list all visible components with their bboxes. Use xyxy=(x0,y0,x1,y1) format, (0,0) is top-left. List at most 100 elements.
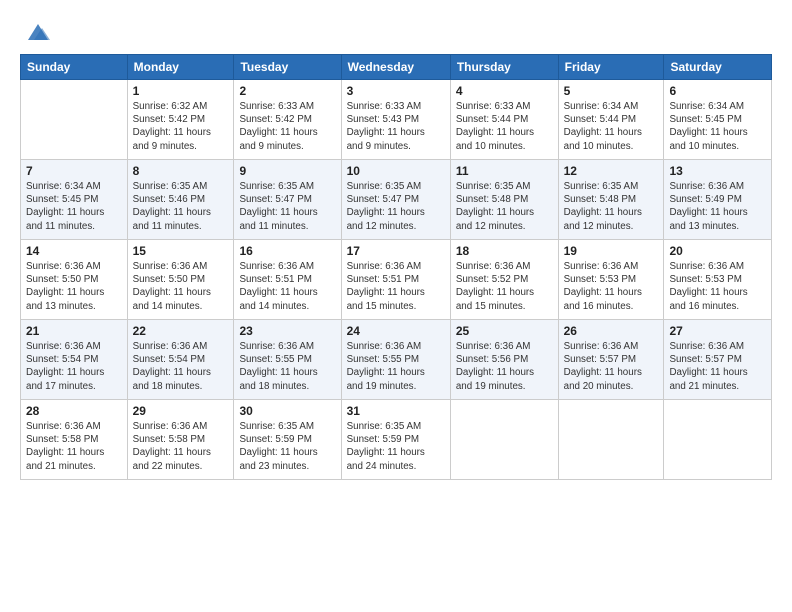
day-info: Sunrise: 6:36 AM Sunset: 5:55 PM Dayligh… xyxy=(347,340,445,393)
calendar-table: SundayMondayTuesdayWednesdayThursdayFrid… xyxy=(20,54,772,480)
calendar-cell: 13 Sunrise: 6:36 AM Sunset: 5:49 PM Dayli… xyxy=(664,160,772,240)
day-number: 15 xyxy=(133,244,229,258)
calendar-cell: 30 Sunrise: 6:35 AM Sunset: 5:59 PM Dayli… xyxy=(234,400,341,480)
weekday-header: Saturday xyxy=(664,55,772,80)
calendar-cell: 8 Sunrise: 6:35 AM Sunset: 5:46 PM Daylig… xyxy=(127,160,234,240)
calendar-cell: 11Sunrise: 6:35 AM Sunset: 5:48 PM Dayli… xyxy=(450,160,558,240)
day-number: 13 xyxy=(669,164,766,178)
calendar-cell: 12 Sunrise: 6:35 AM Sunset: 5:48 PM Dayli… xyxy=(558,160,664,240)
calendar-week-row: 1 Sunrise: 6:32 AM Sunset: 5:42 PM Daylig… xyxy=(21,80,772,160)
day-number: 22 xyxy=(133,324,229,338)
day-info: Sunrise: 6:36 AM Sunset: 5:53 PM Dayligh… xyxy=(669,260,766,313)
day-number: 3 xyxy=(347,84,445,98)
day-number: 16 xyxy=(239,244,335,258)
calendar-cell: 6Sunrise: 6:34 AM Sunset: 5:45 PM Daylig… xyxy=(664,80,772,160)
calendar-week-row: 21 Sunrise: 6:36 AM Sunset: 5:54 PM Dayli… xyxy=(21,320,772,400)
weekday-header: Wednesday xyxy=(341,55,450,80)
day-number: 4 xyxy=(456,84,553,98)
page: SundayMondayTuesdayWednesdayThursdayFrid… xyxy=(0,0,792,612)
calendar-cell xyxy=(21,80,128,160)
day-info: Sunrise: 6:36 AM Sunset: 5:50 PM Dayligh… xyxy=(133,260,229,313)
day-info: Sunrise: 6:36 AM Sunset: 5:51 PM Dayligh… xyxy=(347,260,445,313)
day-info: Sunrise: 6:35 AM Sunset: 5:47 PM Dayligh… xyxy=(347,180,445,233)
day-info: Sunrise: 6:36 AM Sunset: 5:50 PM Dayligh… xyxy=(26,260,122,313)
day-number: 7 xyxy=(26,164,122,178)
day-info: Sunrise: 6:32 AM Sunset: 5:42 PM Dayligh… xyxy=(133,100,229,153)
weekday-header: Monday xyxy=(127,55,234,80)
weekday-header: Tuesday xyxy=(234,55,341,80)
calendar-cell: 5Sunrise: 6:34 AM Sunset: 5:44 PM Daylig… xyxy=(558,80,664,160)
calendar-cell: 15 Sunrise: 6:36 AM Sunset: 5:50 PM Dayli… xyxy=(127,240,234,320)
calendar-cell: 4 Sunrise: 6:33 AM Sunset: 5:44 PM Daylig… xyxy=(450,80,558,160)
day-info: Sunrise: 6:33 AM Sunset: 5:43 PM Dayligh… xyxy=(347,100,445,153)
day-info: Sunrise: 6:35 AM Sunset: 5:59 PM Dayligh… xyxy=(347,420,445,473)
calendar-cell: 19Sunrise: 6:36 AM Sunset: 5:53 PM Dayli… xyxy=(558,240,664,320)
day-number: 23 xyxy=(239,324,335,338)
day-info: Sunrise: 6:36 AM Sunset: 5:51 PM Dayligh… xyxy=(239,260,335,313)
day-info: Sunrise: 6:36 AM Sunset: 5:57 PM Dayligh… xyxy=(564,340,659,393)
day-info: Sunrise: 6:34 AM Sunset: 5:45 PM Dayligh… xyxy=(26,180,122,233)
day-info: Sunrise: 6:36 AM Sunset: 5:57 PM Dayligh… xyxy=(669,340,766,393)
day-info: Sunrise: 6:35 AM Sunset: 5:59 PM Dayligh… xyxy=(239,420,335,473)
calendar-cell: 27 Sunrise: 6:36 AM Sunset: 5:57 PM Dayli… xyxy=(664,320,772,400)
day-number: 25 xyxy=(456,324,553,338)
day-info: Sunrise: 6:34 AM Sunset: 5:44 PM Dayligh… xyxy=(564,100,659,153)
day-info: Sunrise: 6:36 AM Sunset: 5:58 PM Dayligh… xyxy=(133,420,229,473)
day-number: 2 xyxy=(239,84,335,98)
day-info: Sunrise: 6:36 AM Sunset: 5:49 PM Dayligh… xyxy=(669,180,766,233)
day-info: Sunrise: 6:36 AM Sunset: 5:54 PM Dayligh… xyxy=(26,340,122,393)
day-info: Sunrise: 6:36 AM Sunset: 5:56 PM Dayligh… xyxy=(456,340,553,393)
day-info: Sunrise: 6:33 AM Sunset: 5:42 PM Dayligh… xyxy=(239,100,335,153)
calendar-cell xyxy=(558,400,664,480)
calendar-cell: 25 Sunrise: 6:36 AM Sunset: 5:56 PM Dayli… xyxy=(450,320,558,400)
day-number: 12 xyxy=(564,164,659,178)
calendar-week-row: 28 Sunrise: 6:36 AM Sunset: 5:58 PM Dayli… xyxy=(21,400,772,480)
day-number: 31 xyxy=(347,404,445,418)
logo xyxy=(20,18,52,46)
calendar-cell: 1 Sunrise: 6:32 AM Sunset: 5:42 PM Daylig… xyxy=(127,80,234,160)
calendar-cell xyxy=(664,400,772,480)
day-number: 18 xyxy=(456,244,553,258)
calendar-week-row: 14 Sunrise: 6:36 AM Sunset: 5:50 PM Dayli… xyxy=(21,240,772,320)
calendar-cell: 2 Sunrise: 6:33 AM Sunset: 5:42 PM Daylig… xyxy=(234,80,341,160)
day-number: 27 xyxy=(669,324,766,338)
day-info: Sunrise: 6:36 AM Sunset: 5:52 PM Dayligh… xyxy=(456,260,553,313)
day-number: 20 xyxy=(669,244,766,258)
calendar-week-row: 7 Sunrise: 6:34 AM Sunset: 5:45 PM Daylig… xyxy=(21,160,772,240)
calendar-cell: 29Sunrise: 6:36 AM Sunset: 5:58 PM Dayli… xyxy=(127,400,234,480)
day-number: 28 xyxy=(26,404,122,418)
day-info: Sunrise: 6:35 AM Sunset: 5:46 PM Dayligh… xyxy=(133,180,229,233)
calendar-cell: 3 Sunrise: 6:33 AM Sunset: 5:43 PM Daylig… xyxy=(341,80,450,160)
weekday-header-row: SundayMondayTuesdayWednesdayThursdayFrid… xyxy=(21,55,772,80)
calendar-cell: 16 Sunrise: 6:36 AM Sunset: 5:51 PM Dayli… xyxy=(234,240,341,320)
weekday-header: Thursday xyxy=(450,55,558,80)
day-number: 9 xyxy=(239,164,335,178)
day-number: 21 xyxy=(26,324,122,338)
calendar-cell: 22Sunrise: 6:36 AM Sunset: 5:54 PM Dayli… xyxy=(127,320,234,400)
day-info: Sunrise: 6:36 AM Sunset: 5:58 PM Dayligh… xyxy=(26,420,122,473)
day-number: 24 xyxy=(347,324,445,338)
calendar-cell: 26Sunrise: 6:36 AM Sunset: 5:57 PM Dayli… xyxy=(558,320,664,400)
calendar-cell: 14 Sunrise: 6:36 AM Sunset: 5:50 PM Dayli… xyxy=(21,240,128,320)
calendar-cell: 9 Sunrise: 6:35 AM Sunset: 5:47 PM Daylig… xyxy=(234,160,341,240)
day-info: Sunrise: 6:35 AM Sunset: 5:47 PM Dayligh… xyxy=(239,180,335,233)
day-info: Sunrise: 6:35 AM Sunset: 5:48 PM Dayligh… xyxy=(564,180,659,233)
day-number: 8 xyxy=(133,164,229,178)
weekday-header: Friday xyxy=(558,55,664,80)
calendar-cell: 31 Sunrise: 6:35 AM Sunset: 5:59 PM Dayli… xyxy=(341,400,450,480)
calendar-cell: 23Sunrise: 6:36 AM Sunset: 5:55 PM Dayli… xyxy=(234,320,341,400)
weekday-header: Sunday xyxy=(21,55,128,80)
calendar-cell: 7 Sunrise: 6:34 AM Sunset: 5:45 PM Daylig… xyxy=(21,160,128,240)
calendar-cell: 21 Sunrise: 6:36 AM Sunset: 5:54 PM Dayli… xyxy=(21,320,128,400)
header xyxy=(20,18,772,46)
day-number: 1 xyxy=(133,84,229,98)
day-number: 14 xyxy=(26,244,122,258)
calendar-cell xyxy=(450,400,558,480)
day-number: 11 xyxy=(456,164,553,178)
day-number: 19 xyxy=(564,244,659,258)
calendar-cell: 10Sunrise: 6:35 AM Sunset: 5:47 PM Dayli… xyxy=(341,160,450,240)
day-number: 30 xyxy=(239,404,335,418)
day-info: Sunrise: 6:33 AM Sunset: 5:44 PM Dayligh… xyxy=(456,100,553,153)
calendar-cell: 20 Sunrise: 6:36 AM Sunset: 5:53 PM Dayli… xyxy=(664,240,772,320)
calendar-cell: 18 Sunrise: 6:36 AM Sunset: 5:52 PM Dayli… xyxy=(450,240,558,320)
